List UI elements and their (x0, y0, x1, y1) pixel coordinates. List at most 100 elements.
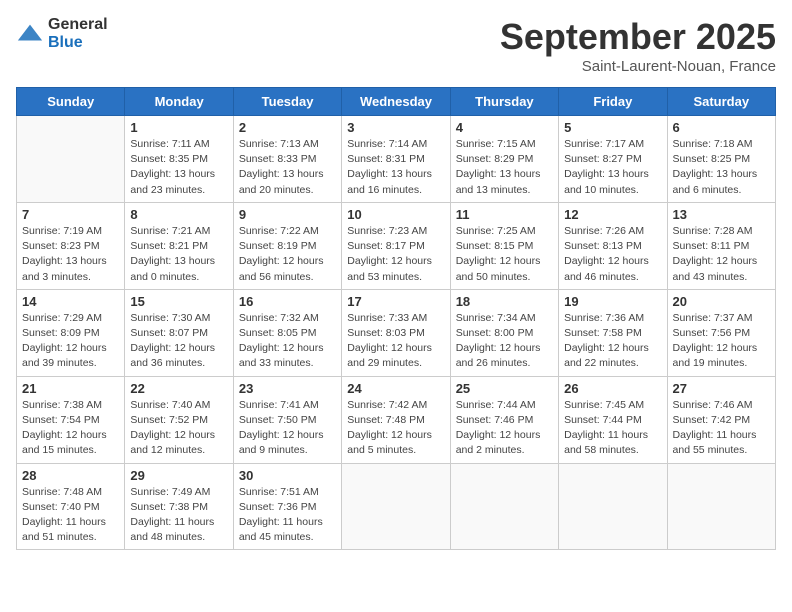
calendar-cell (342, 463, 450, 550)
day-info: Sunrise: 7:49 AMSunset: 7:38 PMDaylight:… (130, 485, 227, 546)
calendar-cell: 9Sunrise: 7:22 AMSunset: 8:19 PMDaylight… (233, 202, 341, 289)
calendar-cell: 25Sunrise: 7:44 AMSunset: 7:46 PMDayligh… (450, 376, 558, 463)
calendar-cell: 29 Sunrise: 7:49 AMSunset: 7:38 PMDayligh… (125, 463, 233, 550)
day-number: 30 (239, 468, 336, 483)
day-info: Sunrise: 7:30 AMSunset: 8:07 PMDaylight:… (130, 311, 227, 372)
column-header-wednesday: Wednesday (342, 88, 450, 116)
day-info: Sunrise: 7:48 AMSunset: 7:40 PMDaylight:… (22, 485, 119, 546)
day-info: Sunrise: 7:51 AMSunset: 7:36 PMDaylight:… (239, 485, 336, 546)
column-header-monday: Monday (125, 88, 233, 116)
day-number: 23 (239, 381, 336, 396)
calendar-cell: 22 Sunrise: 7:40 AMSunset: 7:52 PMDayligh… (125, 376, 233, 463)
calendar-cell: 26 Sunrise: 7:45 AMSunset: 7:44 PMDayligh… (559, 376, 667, 463)
day-info: Sunrise: 7:34 AMSunset: 8:00 PMDaylight:… (456, 311, 553, 372)
calendar-cell (450, 463, 558, 550)
calendar-table: SundayMondayTuesdayWednesdayThursdayFrid… (16, 87, 776, 550)
day-info: Sunrise: 7:17 AMSunset: 8:27 PMDaylight:… (564, 137, 661, 198)
day-number: 13 (673, 207, 770, 222)
day-number: 15 (130, 294, 227, 309)
logo-general: General (48, 16, 108, 34)
calendar-cell: 14 Sunrise: 7:29 AMSunset: 8:09 PMDayligh… (17, 289, 125, 376)
column-header-saturday: Saturday (667, 88, 775, 116)
calendar-cell: 13Sunrise: 7:28 AMSunset: 8:11 PMDayligh… (667, 202, 775, 289)
calendar-cell: 16 Sunrise: 7:32 AMSunset: 8:05 PMDayligh… (233, 289, 341, 376)
logo: General Blue (16, 16, 108, 51)
day-info: Sunrise: 7:15 AMSunset: 8:29 PMDaylight:… (456, 137, 553, 198)
day-number: 4 (456, 120, 553, 135)
calendar-cell (559, 463, 667, 550)
day-number: 28 (22, 468, 119, 483)
calendar-cell: 11 Sunrise: 7:25 AMSunset: 8:15 PMDayligh… (450, 202, 558, 289)
day-number: 27 (673, 381, 770, 396)
logo-text: General Blue (48, 16, 108, 51)
calendar-cell: 8 Sunrise: 7:21 AMSunset: 8:21 PMDaylight… (125, 202, 233, 289)
calendar-cell: 4 Sunrise: 7:15 AMSunset: 8:29 PMDaylight… (450, 116, 558, 203)
day-number: 24 (347, 381, 444, 396)
day-info: Sunrise: 7:42 AMSunset: 7:48 PMDaylight:… (347, 398, 444, 459)
day-number: 22 (130, 381, 227, 396)
day-info: Sunrise: 7:18 AMSunset: 8:25 PMDaylight:… (673, 137, 770, 198)
day-info: Sunrise: 7:32 AMSunset: 8:05 PMDaylight:… (239, 311, 336, 372)
day-info: Sunrise: 7:29 AMSunset: 8:09 PMDaylight:… (22, 311, 119, 372)
calendar-cell: 20 Sunrise: 7:37 AMSunset: 7:56 PMDayligh… (667, 289, 775, 376)
day-info: Sunrise: 7:44 AMSunset: 7:46 PMDaylight:… (456, 398, 553, 459)
logo-icon (16, 20, 44, 48)
page-header: General Blue September 2025 Saint-Lauren… (16, 16, 776, 75)
day-info: Sunrise: 7:25 AMSunset: 8:15 PMDaylight:… (456, 224, 553, 285)
calendar-cell: 21Sunrise: 7:38 AMSunset: 7:54 PMDayligh… (17, 376, 125, 463)
day-number: 12 (564, 207, 661, 222)
day-number: 16 (239, 294, 336, 309)
day-info: Sunrise: 7:19 AMSunset: 8:23 PMDaylight:… (22, 224, 119, 285)
calendar-week-4: 21Sunrise: 7:38 AMSunset: 7:54 PMDayligh… (17, 376, 776, 463)
calendar-week-2: 7 Sunrise: 7:19 AMSunset: 8:23 PMDaylight… (17, 202, 776, 289)
day-info: Sunrise: 7:14 AMSunset: 8:31 PMDaylight:… (347, 137, 444, 198)
day-number: 11 (456, 207, 553, 222)
header-row: SundayMondayTuesdayWednesdayThursdayFrid… (17, 88, 776, 116)
day-number: 20 (673, 294, 770, 309)
day-info: Sunrise: 7:38 AMSunset: 7:54 PMDaylight:… (22, 398, 119, 459)
day-number: 14 (22, 294, 119, 309)
day-number: 19 (564, 294, 661, 309)
calendar-cell: 15 Sunrise: 7:30 AMSunset: 8:07 PMDayligh… (125, 289, 233, 376)
day-number: 26 (564, 381, 661, 396)
day-number: 7 (22, 207, 119, 222)
day-number: 29 (130, 468, 227, 483)
calendar-cell: 1 Sunrise: 7:11 AMSunset: 8:35 PMDaylight… (125, 116, 233, 203)
day-info: Sunrise: 7:23 AMSunset: 8:17 PMDaylight:… (347, 224, 444, 285)
calendar-cell: 7 Sunrise: 7:19 AMSunset: 8:23 PMDaylight… (17, 202, 125, 289)
day-number: 18 (456, 294, 553, 309)
calendar-week-5: 28 Sunrise: 7:48 AMSunset: 7:40 PMDayligh… (17, 463, 776, 550)
day-info: Sunrise: 7:33 AMSunset: 8:03 PMDaylight:… (347, 311, 444, 372)
day-info: Sunrise: 7:22 AMSunset: 8:19 PMDaylight:… (239, 224, 336, 285)
calendar-cell: 23 Sunrise: 7:41 AMSunset: 7:50 PMDayligh… (233, 376, 341, 463)
calendar-cell (17, 116, 125, 203)
day-number: 2 (239, 120, 336, 135)
calendar-cell: 18 Sunrise: 7:34 AMSunset: 8:00 PMDayligh… (450, 289, 558, 376)
day-number: 17 (347, 294, 444, 309)
day-info: Sunrise: 7:40 AMSunset: 7:52 PMDaylight:… (130, 398, 227, 459)
day-number: 3 (347, 120, 444, 135)
column-header-sunday: Sunday (17, 88, 125, 116)
column-header-thursday: Thursday (450, 88, 558, 116)
calendar-cell: 5 Sunrise: 7:17 AMSunset: 8:27 PMDaylight… (559, 116, 667, 203)
day-info: Sunrise: 7:21 AMSunset: 8:21 PMDaylight:… (130, 224, 227, 285)
calendar-cell: 30 Sunrise: 7:51 AMSunset: 7:36 PMDayligh… (233, 463, 341, 550)
day-number: 1 (130, 120, 227, 135)
day-info: Sunrise: 7:37 AMSunset: 7:56 PMDaylight:… (673, 311, 770, 372)
day-info: Sunrise: 7:26 AMSunset: 8:13 PMDaylight:… (564, 224, 661, 285)
calendar-week-3: 14 Sunrise: 7:29 AMSunset: 8:09 PMDayligh… (17, 289, 776, 376)
column-header-tuesday: Tuesday (233, 88, 341, 116)
title-block: September 2025 Saint-Laurent-Nouan, Fran… (500, 16, 776, 75)
calendar-cell (667, 463, 775, 550)
day-number: 6 (673, 120, 770, 135)
day-info: Sunrise: 7:46 AMSunset: 7:42 PMDaylight:… (673, 398, 770, 459)
day-number: 5 (564, 120, 661, 135)
calendar-cell: 28 Sunrise: 7:48 AMSunset: 7:40 PMDayligh… (17, 463, 125, 550)
day-info: Sunrise: 7:41 AMSunset: 7:50 PMDaylight:… (239, 398, 336, 459)
day-info: Sunrise: 7:11 AMSunset: 8:35 PMDaylight:… (130, 137, 227, 198)
month-title: September 2025 (500, 16, 776, 58)
day-number: 8 (130, 207, 227, 222)
calendar-cell: 6 Sunrise: 7:18 AMSunset: 8:25 PMDaylight… (667, 116, 775, 203)
calendar-cell: 19Sunrise: 7:36 AMSunset: 7:58 PMDayligh… (559, 289, 667, 376)
day-info: Sunrise: 7:45 AMSunset: 7:44 PMDaylight:… (564, 398, 661, 459)
